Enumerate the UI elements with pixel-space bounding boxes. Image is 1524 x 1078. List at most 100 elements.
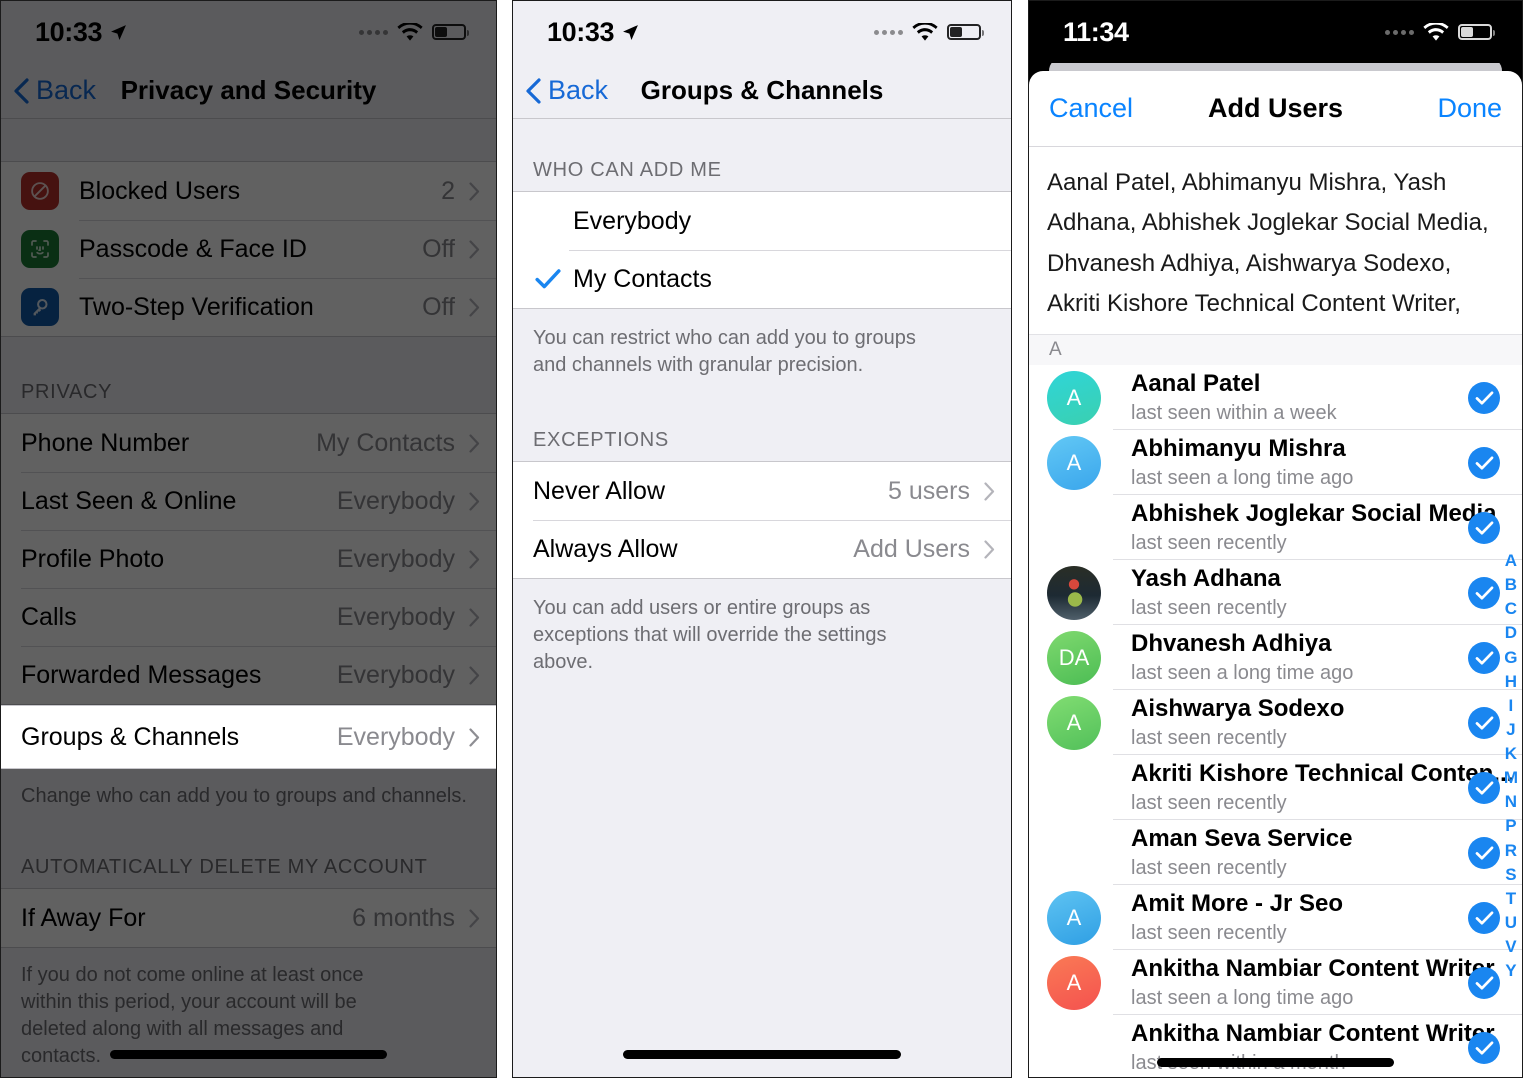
list-item[interactable]: Aman Seva Service last seen recently — [1029, 820, 1522, 886]
selected-checkmark-icon[interactable] — [1468, 771, 1500, 804]
row-never-allow[interactable]: Never Allow 5 users — [513, 462, 1011, 520]
index-letter[interactable]: Y — [1505, 959, 1516, 983]
index-letter[interactable]: N — [1505, 790, 1517, 814]
done-button[interactable]: Done — [1437, 93, 1502, 124]
index-letter[interactable]: S — [1505, 863, 1516, 887]
row-label: If Away For — [21, 903, 146, 932]
row-two-step-verification[interactable]: Two-Step Verification Off — [1, 278, 496, 336]
index-letter[interactable]: V — [1505, 935, 1516, 959]
list-item[interactable]: A Aishwarya Sodexo last seen recently — [1029, 690, 1522, 756]
list-item[interactable]: A Amit More - Jr Seo last seen recently — [1029, 885, 1522, 951]
selected-checkmark-icon[interactable] — [1468, 901, 1500, 934]
selected-checkmark-icon[interactable] — [1468, 966, 1500, 999]
selected-checkmark-icon[interactable] — [1468, 836, 1500, 869]
row-last-seen-online[interactable]: Last Seen & Online Everybody — [1, 472, 496, 530]
who-can-add-me-footnote: You can restrict who can add you to grou… — [513, 309, 943, 379]
modal-navigation-bar: Cancel Add Users Done — [1029, 71, 1522, 147]
row-groups-and-channels-highlighted[interactable]: Groups & Channels Everybody — [1, 705, 496, 769]
avatar-initials: DA — [1058, 644, 1090, 670]
row-label: Never Allow — [533, 476, 665, 505]
index-letter[interactable]: D — [1505, 621, 1517, 645]
chevron-right-icon — [984, 481, 995, 501]
avatar: DA — [1047, 630, 1101, 685]
list-item[interactable]: DA Dhvanesh Adhiya last seen a long time… — [1029, 625, 1522, 691]
index-letter[interactable]: G — [1504, 646, 1517, 670]
row-groups-and-channels[interactable]: Groups & Channels Everybody — [1, 706, 496, 768]
list-item[interactable]: A Abhimanyu Mishra last seen a long time… — [1029, 430, 1522, 496]
row-profile-photo[interactable]: Profile Photo Everybody — [1, 530, 496, 588]
row-value: 5 users — [888, 476, 970, 505]
row-calls[interactable]: Calls Everybody — [1, 588, 496, 646]
list-item[interactable]: A Aanal Patel last seen within a week — [1029, 365, 1522, 431]
panel-privacy-and-security: 10:33 Back Privacy and Security Blocked … — [0, 0, 497, 1078]
cellular-signal-icon — [874, 29, 903, 35]
selected-checkmark-icon[interactable] — [1468, 706, 1500, 739]
cancel-button[interactable]: Cancel — [1049, 93, 1133, 124]
index-letter[interactable]: A — [1505, 549, 1517, 573]
index-letter[interactable]: P — [1505, 814, 1516, 838]
back-button[interactable]: Back — [1, 75, 96, 106]
index-letter[interactable]: R — [1505, 839, 1517, 863]
contact-name: Amit More - Jr Seo — [1131, 889, 1344, 917]
contact-text: Abhimanyu Mishra last seen a long time a… — [1131, 435, 1468, 491]
index-letter[interactable]: U — [1505, 911, 1517, 935]
index-letter[interactable]: M — [1504, 766, 1518, 790]
index-letter[interactable]: I — [1509, 694, 1514, 718]
list-item[interactable]: Abhishek Joglekar Social Media last seen… — [1029, 495, 1522, 561]
row-value: Everybody — [336, 602, 455, 631]
key-icon — [21, 288, 59, 326]
row-value: Add Users — [853, 534, 970, 563]
selected-checkmark-icon[interactable] — [1468, 1031, 1500, 1064]
auto-delete-section-header: AUTOMATICALLY DELETE MY ACCOUNT — [1, 810, 496, 888]
selected-checkmark-icon[interactable] — [1468, 511, 1500, 544]
index-letter[interactable]: J — [1506, 718, 1515, 742]
index-letter[interactable]: H — [1505, 670, 1517, 694]
row-forwarded-messages[interactable]: Forwarded Messages Everybody — [1, 646, 496, 704]
row-if-away-for[interactable]: If Away For 6 months — [1, 889, 496, 947]
selected-checkmark-icon[interactable] — [1468, 381, 1500, 414]
avatar — [1047, 826, 1101, 880]
row-blocked-users[interactable]: Blocked Users 2 — [1, 162, 496, 220]
row-label: Profile Photo — [21, 544, 165, 573]
index-letter[interactable]: K — [1505, 742, 1517, 766]
contact-status: last seen recently — [1131, 531, 1287, 554]
selected-checkmark-icon[interactable] — [1468, 576, 1500, 609]
row-value: Off — [422, 292, 455, 321]
chevron-right-icon — [469, 181, 480, 201]
row-label: Passcode & Face ID — [79, 234, 307, 263]
exceptions-group: Never Allow 5 users Always Allow Add Use… — [513, 461, 1011, 579]
row-passcode-face-id[interactable]: Passcode & Face ID Off — [1, 220, 496, 278]
chevron-right-icon — [984, 539, 995, 559]
index-letter[interactable]: T — [1506, 887, 1516, 911]
cellular-signal-icon — [1385, 29, 1414, 35]
chevron-right-icon — [469, 908, 480, 928]
contact-name: Yash Adhana — [1131, 564, 1281, 592]
contact-status: last seen within a week — [1131, 401, 1337, 424]
index-letter[interactable]: C — [1505, 597, 1517, 621]
contact-status: last seen recently — [1131, 791, 1287, 814]
selected-users-input[interactable]: Aanal Patel, Abhimanyu Mishra, Yash Adha… — [1029, 147, 1522, 336]
navigation-bar: Back Groups & Channels — [513, 63, 1011, 119]
row-always-allow[interactable]: Always Allow Add Users — [513, 520, 1011, 578]
list-item[interactable]: Ankitha Nambiar Content Writer last seen… — [1029, 1015, 1522, 1077]
index-letter[interactable]: B — [1505, 573, 1517, 597]
list-item[interactable]: A Ankitha Nambiar Content Writer last se… — [1029, 950, 1522, 1016]
option-my-contacts[interactable]: My Contacts — [513, 250, 1011, 308]
list-item[interactable]: Yash Adhana last seen recently — [1029, 560, 1522, 626]
panel-add-users: 11:34 Cancel Add Users Done Aanal Patel,… — [1028, 0, 1523, 1078]
contact-text: Yash Adhana last seen recently — [1131, 565, 1468, 621]
alphabet-index[interactable]: A B C D G H I J K M N P R S T U V Y — [1504, 549, 1518, 983]
status-bar: 10:33 — [513, 1, 1011, 63]
wifi-icon — [912, 22, 938, 41]
selected-checkmark-icon[interactable] — [1468, 446, 1500, 479]
status-bar-right — [874, 22, 984, 42]
row-value: Everybody — [336, 544, 455, 573]
row-phone-number[interactable]: Phone Number My Contacts — [1, 414, 496, 472]
contacts-list: A Aanal Patel last seen within a week A — [1029, 365, 1522, 1077]
selected-checkmark-icon[interactable] — [1468, 641, 1500, 674]
list-item[interactable]: Akriti Kishore Technical Conten... last … — [1029, 755, 1522, 821]
option-everybody[interactable]: Everybody — [513, 192, 1011, 250]
back-button[interactable]: Back — [513, 75, 608, 106]
contact-status: last seen a long time ago — [1131, 661, 1354, 684]
wifi-icon — [1423, 22, 1449, 41]
